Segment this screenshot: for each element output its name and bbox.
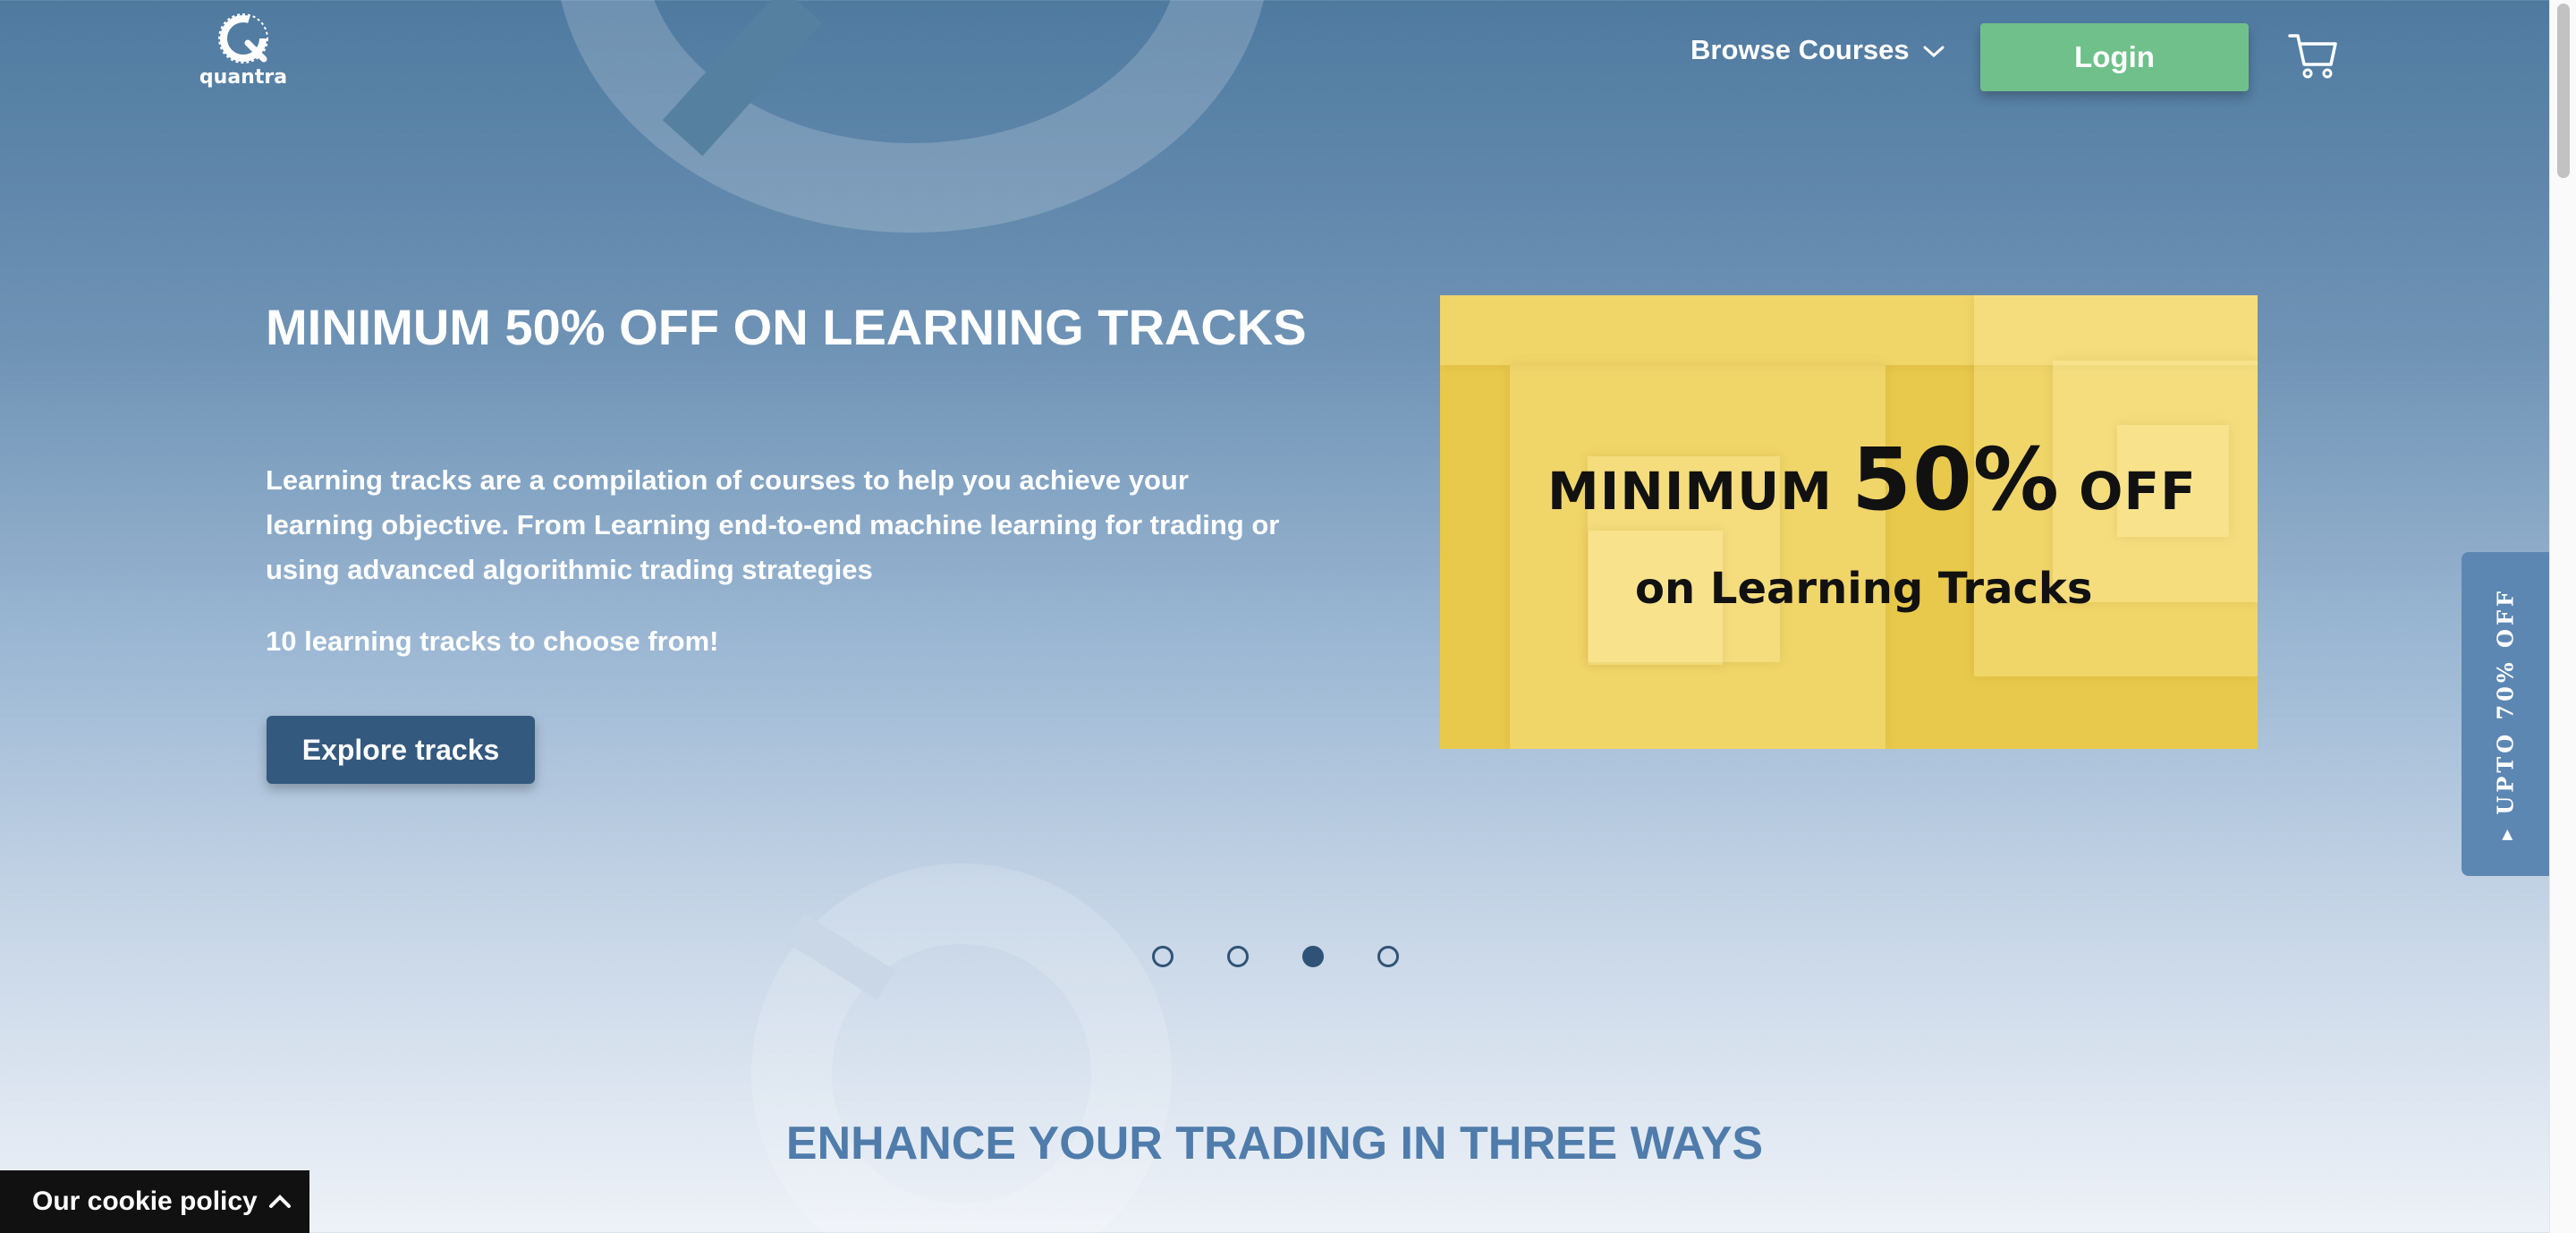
browse-courses-label: Browse Courses	[1690, 34, 1910, 65]
hero-description: Learning tracks are a compilation of cou…	[266, 464, 1280, 585]
page-scrollbar[interactable]	[2549, 0, 2576, 1233]
browse-courses-menu[interactable]: Browse Courses	[1690, 34, 1945, 66]
carousel-dot-2[interactable]	[1227, 946, 1249, 967]
side-tab-label-wrap: ▸ UPTO 70% OFF	[2493, 588, 2519, 840]
login-button[interactable]: Login	[1980, 23, 2249, 91]
chevron-up-icon	[268, 1186, 292, 1217]
banner-subline: on Learning Tracks	[1635, 564, 2093, 614]
chevron-down-icon	[1922, 34, 1945, 66]
upto-70-off-side-tab[interactable]: ▸ UPTO 70% OFF	[2462, 552, 2549, 876]
promo-banner-image[interactable]: MINIMUM 50% OFF on Learning Tracks	[1440, 295, 2258, 749]
banner-percent-text: 50%	[1852, 429, 2060, 530]
scrollbar-thumb[interactable]	[2557, 4, 2570, 178]
cookie-policy-toggle[interactable]: Our cookie policy	[0, 1170, 309, 1233]
carousel-dot-1[interactable]	[1152, 946, 1174, 967]
carousel-dot-3[interactable]	[1302, 946, 1324, 967]
background-ring-bottom	[751, 863, 1172, 1233]
quantra-logo-icon	[216, 11, 271, 66]
logo-wordmark: quantra	[199, 66, 288, 89]
quantra-logo[interactable]: quantra	[199, 11, 288, 96]
section-title: ENHANCE YOUR TRADING IN THREE WAYS	[785, 1118, 1764, 1169]
banner-minimum-text: MINIMUM	[1547, 461, 1833, 522]
explore-tracks-button[interactable]: Explore tracks	[267, 716, 535, 784]
cart-icon[interactable]	[2286, 29, 2340, 82]
banner-off-text: OFF	[2079, 461, 2197, 522]
site-header: quantra Browse Courses Login	[0, 0, 2549, 107]
banner-headline: MINIMUM 50% OFF	[1547, 429, 2197, 530]
side-tab-label: UPTO 70% OFF	[2492, 587, 2519, 815]
triangle-icon: ▸	[2492, 825, 2519, 841]
carousel-pagination	[1152, 946, 1399, 967]
carousel-dot-4[interactable]	[1377, 946, 1399, 967]
hero-title: MINIMUM 50% OFF ON LEARNING TRACKS	[266, 299, 1307, 355]
cookie-policy-label: Our cookie policy	[32, 1186, 258, 1216]
hero-track-count: 10 learning tracks to choose from!	[266, 625, 719, 657]
